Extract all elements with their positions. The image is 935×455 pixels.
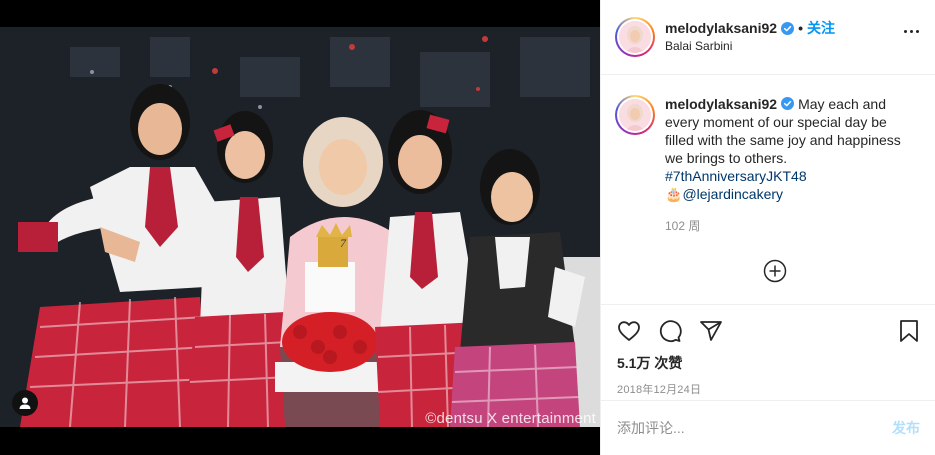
- plus-circle-icon[interactable]: [763, 259, 787, 283]
- user-tag-icon: [19, 397, 31, 409]
- comment-icon[interactable]: [658, 319, 682, 343]
- comment-input[interactable]: [617, 420, 892, 436]
- verified-badge-icon: [781, 97, 795, 110]
- avatar-image: [619, 21, 651, 53]
- verified-badge-icon: [781, 21, 795, 35]
- caption: melodylaksani92 May each and every momen…: [615, 95, 919, 235]
- post-photo[interactable]: 7 ©dentsu X entertainment: [0, 0, 600, 455]
- post-header: melodylaksani92 • 关注 Balai Sarbini: [601, 0, 935, 75]
- cake-emoji: 🎂: [665, 186, 683, 202]
- add-comment-bar: 发布: [601, 400, 935, 455]
- caption-username[interactable]: melodylaksani92: [665, 96, 777, 112]
- username-link[interactable]: melodylaksani92: [665, 19, 777, 37]
- caption-age: 102 周: [665, 219, 701, 233]
- location-link[interactable]: Balai Sarbini: [665, 39, 835, 55]
- comments-section: melodylaksani92 May each and every momen…: [601, 75, 935, 304]
- photo-illustration: 7: [0, 27, 600, 427]
- photo-watermark: ©dentsu X entertainment: [425, 410, 596, 427]
- heart-icon[interactable]: [617, 319, 641, 343]
- photo-image: 7: [0, 27, 600, 427]
- svg-text:7: 7: [340, 236, 347, 250]
- bookmark-icon[interactable]: [897, 319, 921, 343]
- post-comment-button[interactable]: 发布: [892, 418, 920, 438]
- more-options-icon[interactable]: [904, 30, 919, 33]
- avatar-image: [619, 99, 651, 131]
- post-details-panel: melodylaksani92 • 关注 Balai Sarbini melod…: [600, 0, 935, 455]
- share-icon[interactable]: [699, 319, 723, 343]
- mention-link[interactable]: @lejardincakery: [682, 186, 783, 202]
- like-count[interactable]: 5.1万 次赞: [617, 353, 919, 373]
- caption-avatar[interactable]: [615, 95, 655, 135]
- caption-text: melodylaksani92 May each and every momen…: [665, 95, 919, 235]
- separator-dot: •: [798, 20, 803, 37]
- user-tag-button[interactable]: [12, 390, 38, 416]
- avatar[interactable]: [615, 17, 655, 57]
- hashtag-link[interactable]: #7thAnniversaryJKT48: [665, 168, 807, 184]
- follow-button[interactable]: 关注: [807, 19, 835, 37]
- post-date: 2018年12月24日: [617, 384, 702, 396]
